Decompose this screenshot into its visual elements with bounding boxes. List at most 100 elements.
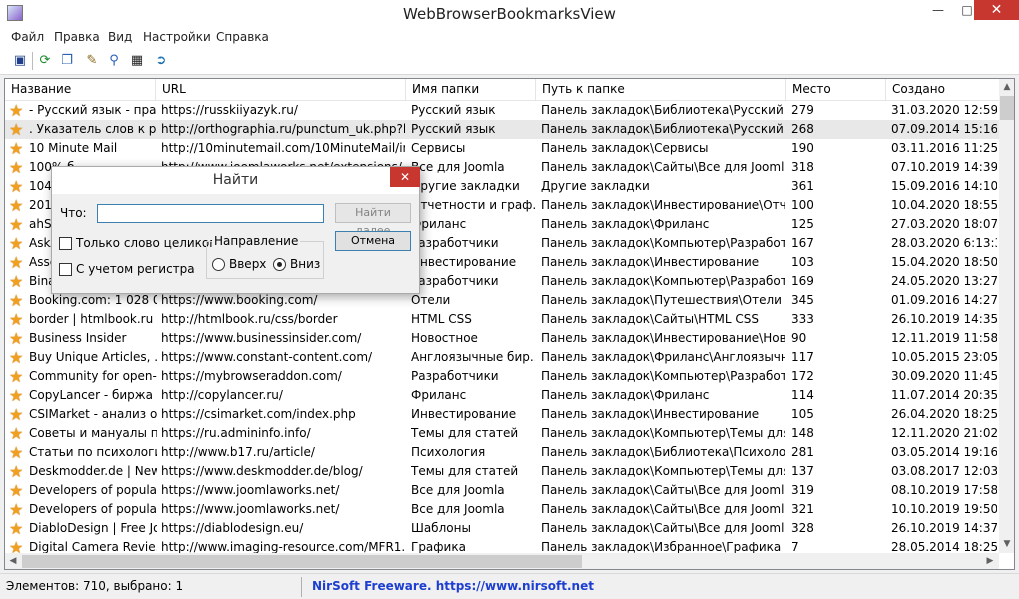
horizontal-scrollbar[interactable]: ◀ ▶: [5, 553, 999, 569]
cell-created: 26.10.2019 14:35:56: [891, 312, 997, 326]
table-row[interactable]: ★ DiabloDesign | Free Jo... https://diablo…: [5, 519, 999, 538]
table-row[interactable]: ★ Business Insider https://www.businessins…: [5, 329, 999, 348]
cell-position: 169: [791, 274, 814, 288]
cell-url: https://www.constant-content.com/: [161, 350, 373, 364]
table-row[interactable]: ★ CopyLancer - биржа ... http://copylancer…: [5, 386, 999, 405]
bookmark-star-icon: ★: [9, 443, 24, 462]
table-row[interactable]: ★ CSIMarket - анализ о... https://csimarke…: [5, 405, 999, 424]
bookmark-star-icon: ★: [9, 272, 24, 291]
save-icon[interactable]: ▣: [12, 53, 28, 69]
cell-folder-path: Панель закладок\Компьютер\Разработч...: [541, 274, 785, 288]
cell-created: 01.09.2016 14:27:39: [891, 293, 997, 307]
find-next-button[interactable]: Найти далее: [335, 203, 411, 237]
cell-url: https://diablodesign.eu/: [161, 521, 304, 535]
column-header-created[interactable]: Создано: [886, 79, 999, 101]
cell-created: 30.09.2020 11:45:56: [891, 369, 997, 383]
table-row[interactable]: ★ 10 Minute Mail http://10minutemail.com/1…: [5, 139, 999, 158]
cell-position: 167: [791, 236, 814, 250]
direction-up-label[interactable]: Вверх: [229, 257, 266, 271]
match-case-checkbox[interactable]: [59, 263, 72, 276]
vertical-scroll-thumb[interactable]: [1000, 96, 1014, 120]
bookmark-star-icon: ★: [9, 329, 24, 348]
exit-icon[interactable]: ➲: [153, 53, 169, 69]
direction-down-label[interactable]: Вниз: [290, 257, 320, 271]
table-row[interactable]: ★ Статьи по психологии http://www.b17.ru/a…: [5, 443, 999, 462]
cell-created: 07.09.2014 15:16:51: [891, 122, 997, 136]
cell-folder-name: Темы для статей: [411, 464, 519, 478]
cell-created: 03.08.2017 12:03:20: [891, 464, 997, 478]
cell-folder-name: Психология: [411, 445, 486, 459]
table-row[interactable]: ★ Buy Unique Articles, ... https://www.con…: [5, 348, 999, 367]
cell-created: 24.05.2020 13:27:14: [891, 274, 997, 288]
find-icon[interactable]: ⚲: [106, 53, 122, 69]
horizontal-scroll-thumb[interactable]: [22, 555, 582, 568]
close-button[interactable]: ✕: [974, 0, 1019, 20]
table-row[interactable]: ★ Deskmodder.de | New... https://www.deskm…: [5, 462, 999, 481]
copy-icon[interactable]: ❐: [59, 53, 75, 69]
menu-view[interactable]: Вид: [108, 30, 132, 44]
column-header-folder-path[interactable]: Путь к папке: [536, 79, 786, 101]
table-row[interactable]: ★ border | htmlbook.ru http://htmlbook.ru/…: [5, 310, 999, 329]
find-input[interactable]: [97, 204, 324, 223]
cell-folder-path: Панель закладок\Путешествия\Отели: [541, 293, 782, 307]
nirsoft-link[interactable]: NirSoft Freeware. https://www.nirsoft.ne…: [312, 579, 594, 593]
status-divider: [301, 577, 302, 597]
table-row[interactable]: ★ Советы и мануалы п... https://ru.adminin…: [5, 424, 999, 443]
bookmark-star-icon: ★: [9, 500, 24, 519]
cell-folder-name: Все для Joomla: [411, 483, 505, 497]
cell-position: 172: [791, 369, 814, 383]
cell-position: 281: [791, 445, 814, 459]
direction-down-radio[interactable]: [273, 258, 286, 271]
scroll-down-icon[interactable]: ▼: [999, 536, 1014, 553]
bookmark-star-icon: ★: [9, 424, 24, 443]
bookmark-star-icon: ★: [9, 139, 24, 158]
menu-edit[interactable]: Правка: [54, 30, 100, 44]
column-header-folder-name[interactable]: Имя папки: [406, 79, 536, 101]
column-header-position[interactable]: Место: [786, 79, 886, 101]
cell-url: https://mybrowseraddon.com/: [161, 369, 342, 383]
cell-created: 10.05.2015 23:05:51: [891, 350, 997, 364]
cell-folder-name: Все для Joomla: [411, 502, 505, 516]
bookmark-star-icon: ★: [9, 367, 24, 386]
find-dialog-close-icon[interactable]: ✕: [390, 167, 420, 187]
menu-settings[interactable]: Настройки: [143, 30, 211, 44]
cell-folder-path: Панель закладок\Инвестирование\Отчет...: [541, 198, 785, 212]
cell-url: https://csimarket.com/index.php: [161, 407, 356, 421]
scroll-right-icon[interactable]: ▶: [982, 553, 998, 569]
cell-folder-path: Панель закладок\Компьютер\Темы для с...: [541, 426, 785, 440]
html-report-icon[interactable]: ▦: [129, 53, 145, 69]
cell-position: 345: [791, 293, 814, 307]
cell-folder-name: Темы для статей: [411, 426, 519, 440]
column-header-name[interactable]: Название: [5, 79, 156, 101]
minimize-button[interactable]: —: [924, 0, 952, 20]
vertical-scrollbar[interactable]: ▲ ▼: [999, 79, 1014, 553]
properties-icon[interactable]: ✎: [84, 53, 100, 69]
match-case-label[interactable]: С учетом регистра: [76, 262, 195, 276]
cell-name: Community for open-...: [29, 369, 157, 383]
bookmarks-list[interactable]: Название URL Имя папки Путь к папке Мест…: [4, 78, 1015, 570]
direction-up-radio[interactable]: [212, 258, 225, 271]
menu-file[interactable]: Файл: [11, 30, 44, 44]
cell-name: Developers of popular...: [29, 502, 157, 516]
table-row[interactable]: ★ Developers of popular... https://www.joo…: [5, 481, 999, 500]
refresh-icon[interactable]: ⟳: [37, 53, 53, 69]
whole-word-checkbox[interactable]: [59, 237, 72, 250]
bookmark-star-icon: ★: [9, 462, 24, 481]
cell-folder-path: Панель закладок\Инвестирование\Ново...: [541, 331, 785, 345]
scroll-left-icon[interactable]: ◀: [5, 553, 21, 569]
table-row[interactable]: ★ Developers of popular... https://www.joo…: [5, 500, 999, 519]
cell-created: 15.09.2016 14:10:28: [891, 179, 997, 193]
cancel-button[interactable]: Отмена: [335, 231, 411, 251]
column-header-url[interactable]: URL: [156, 79, 406, 101]
menu-help[interactable]: Справка: [216, 30, 269, 44]
table-row[interactable]: ★ Community for open-... https://mybrowser…: [5, 367, 999, 386]
cell-position: 148: [791, 426, 814, 440]
cell-folder-name: Отчетности и граф...: [411, 198, 535, 212]
cell-created: 10.04.2020 18:55:42: [891, 198, 997, 212]
scroll-up-icon[interactable]: ▲: [999, 79, 1014, 96]
table-row[interactable]: ★ . Указатель слов к ра... http://orthogra…: [5, 120, 999, 139]
table-row[interactable]: ★ - Русский язык - пра... https://russkiiy…: [5, 101, 999, 120]
cell-position: 361: [791, 179, 814, 193]
cell-folder-name: Сервисы: [411, 141, 466, 155]
whole-word-label[interactable]: Только слово целиком: [76, 236, 218, 250]
